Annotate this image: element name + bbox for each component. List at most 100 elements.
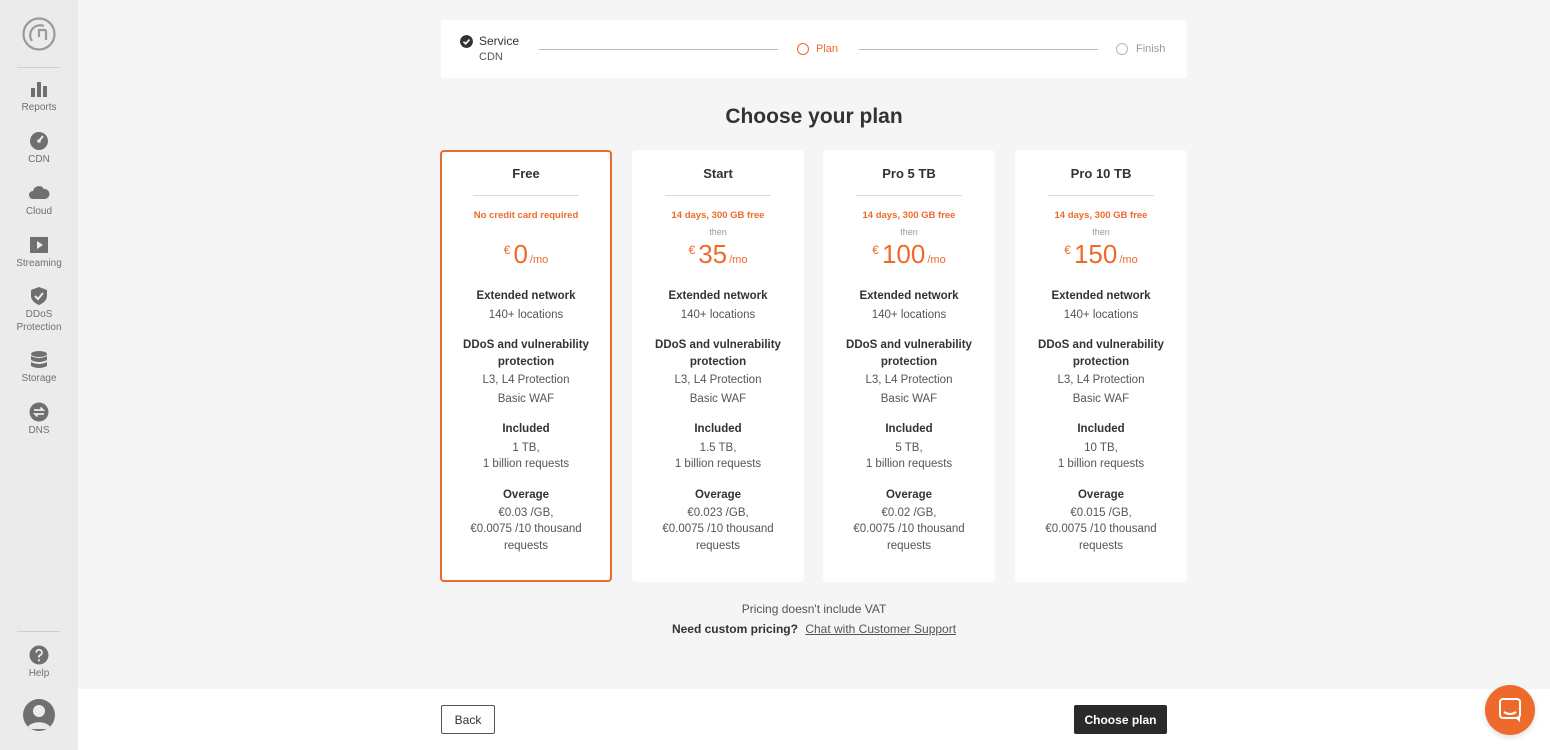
feature-heading: Included bbox=[502, 423, 550, 435]
sidebar-item-label: Streaming bbox=[16, 258, 62, 269]
user-icon bbox=[27, 705, 51, 729]
feature-heading: protection bbox=[880, 356, 938, 368]
avatar[interactable] bbox=[23, 699, 55, 731]
feature-text: 1 billion requests bbox=[674, 458, 762, 470]
price-period: /mo bbox=[729, 254, 748, 266]
feature-text: L3, L4 Protection bbox=[674, 374, 762, 386]
feature-text: 1 billion requests bbox=[1057, 458, 1145, 470]
feature-heading: protection bbox=[689, 356, 747, 368]
price-currency: € bbox=[503, 243, 511, 257]
plan-name: Free bbox=[512, 166, 540, 181]
plan-card-free[interactable]: Free No credit card required €0/mo Exten… bbox=[440, 150, 612, 582]
feature-text: Basic WAF bbox=[1072, 393, 1130, 405]
sidebar-item-streaming[interactable]: Streaming bbox=[0, 235, 78, 270]
plan-then: then bbox=[709, 227, 727, 237]
feature-text: 1 billion requests bbox=[865, 458, 953, 470]
sidebar-item-label: Help bbox=[28, 668, 50, 679]
plan-name: Pro 5 TB bbox=[882, 166, 936, 181]
speedometer-icon bbox=[30, 132, 48, 150]
feature-text: L3, L4 Protection bbox=[482, 374, 570, 386]
plan-promo: 14 days, 300 GB free bbox=[671, 210, 765, 221]
sidebar-item-storage[interactable]: Storage bbox=[0, 350, 78, 385]
sidebar: Reports CDN Cloud Streaming DDoS Protect… bbox=[0, 0, 78, 750]
feature-heading: Extended network bbox=[476, 290, 576, 302]
sidebar-item-label: Reports bbox=[21, 102, 57, 113]
chat-icon bbox=[1499, 698, 1521, 722]
chat-launcher-button[interactable] bbox=[1485, 685, 1535, 735]
back-button[interactable]: Back bbox=[441, 705, 495, 734]
step-plan-label: Plan bbox=[816, 43, 839, 55]
feature-text: requests bbox=[503, 540, 549, 552]
feature-heading: Included bbox=[885, 423, 933, 435]
price-period: /mo bbox=[529, 254, 549, 266]
sidebar-item-reports[interactable]: Reports bbox=[0, 79, 78, 114]
custom-pricing-question: Need custom pricing? bbox=[671, 622, 798, 636]
plan-promo: 14 days, 300 GB free bbox=[1054, 210, 1148, 221]
plan-card-pro-5tb[interactable]: Pro 5 TB 14 days, 300 GB free then €100/… bbox=[823, 150, 995, 582]
feature-text: €0.0075 /10 thousand bbox=[853, 523, 965, 535]
price-amount: 150 bbox=[1073, 239, 1118, 269]
feature-heading: Extended network bbox=[859, 290, 959, 302]
feature-text: Basic WAF bbox=[880, 393, 938, 405]
plan-divider bbox=[856, 195, 962, 196]
feature-text: L3, L4 Protection bbox=[1057, 374, 1145, 386]
price-currency: € bbox=[688, 243, 696, 257]
cloud-icon bbox=[29, 186, 50, 199]
sidebar-item-ddos-protection[interactable]: DDoS Protection bbox=[0, 286, 78, 334]
sidebar-item-label: Storage bbox=[21, 373, 57, 384]
logo-icon[interactable] bbox=[21, 16, 57, 52]
plan-price: €150/mo bbox=[1015, 239, 1187, 270]
step-connector bbox=[539, 49, 778, 50]
feature-text: requests bbox=[1078, 540, 1124, 552]
plan-divider bbox=[665, 195, 771, 196]
plan-price: €100/mo bbox=[823, 239, 995, 270]
help-icon bbox=[29, 645, 49, 665]
sidebar-item-label: Protection bbox=[16, 322, 62, 333]
feature-text: €0.0075 /10 thousand bbox=[1045, 523, 1157, 535]
feature-heading: Overage bbox=[885, 489, 933, 501]
sidebar-item-cloud[interactable]: Cloud bbox=[0, 183, 78, 218]
shield-check-icon bbox=[31, 287, 47, 305]
sidebar-divider bbox=[17, 631, 60, 632]
feature-heading: Extended network bbox=[668, 290, 768, 302]
plan-promo: No credit card required bbox=[473, 210, 579, 221]
sidebar-item-label: DNS bbox=[28, 425, 50, 436]
sidebar-item-help[interactable]: Help bbox=[0, 645, 78, 680]
feature-text: 1.5 TB, bbox=[699, 442, 737, 454]
feature-heading: DDoS and vulnerability bbox=[655, 339, 781, 351]
sidebar-item-cdn[interactable]: CDN bbox=[0, 131, 78, 166]
feature-text: 140+ locations bbox=[1063, 309, 1139, 321]
feature-heading: Overage bbox=[1077, 489, 1125, 501]
plan-promo: 14 days, 300 GB free bbox=[862, 210, 956, 221]
feature-heading: Overage bbox=[694, 489, 742, 501]
plan-card-start[interactable]: Start 14 days, 300 GB free then €35/mo E… bbox=[632, 150, 804, 582]
feature-heading: DDoS and vulnerability bbox=[1038, 339, 1164, 351]
step-finish-label: Finish bbox=[1136, 43, 1166, 55]
feature-heading: Included bbox=[1077, 423, 1125, 435]
plan-then: then bbox=[1092, 227, 1110, 237]
feature-text: Basic WAF bbox=[689, 393, 747, 405]
bar-chart-icon bbox=[31, 82, 47, 97]
feature-heading: Extended network bbox=[1051, 290, 1151, 302]
feature-text: requests bbox=[886, 540, 932, 552]
price-period: /mo bbox=[1119, 254, 1138, 266]
sidebar-divider bbox=[17, 67, 60, 68]
plan-divider bbox=[473, 195, 579, 196]
step-connector bbox=[859, 49, 1098, 50]
feature-text: €0.0075 /10 thousand bbox=[662, 523, 774, 535]
sidebar-item-dns[interactable]: DNS bbox=[0, 402, 78, 437]
feature-heading: Overage bbox=[502, 489, 550, 501]
feature-text: 1 TB, bbox=[512, 442, 540, 454]
plan-price: €0/mo bbox=[440, 239, 612, 270]
dns-icon bbox=[29, 402, 49, 422]
feature-text: 140+ locations bbox=[680, 309, 756, 321]
plan-name: Pro 10 TB bbox=[1070, 166, 1132, 181]
vat-note: Pricing doesn't include VAT bbox=[741, 602, 887, 616]
chat-support-link[interactable]: Chat with Customer Support bbox=[805, 622, 956, 636]
plan-card-pro-10tb[interactable]: Pro 10 TB 14 days, 300 GB free then €150… bbox=[1015, 150, 1187, 582]
choose-plan-button[interactable]: Choose plan bbox=[1074, 705, 1167, 734]
feature-text: L3, L4 Protection bbox=[865, 374, 953, 386]
feature-text: €0.03 /GB, bbox=[498, 507, 554, 519]
plan-price: €35/mo bbox=[632, 239, 804, 270]
feature-heading: Included bbox=[694, 423, 742, 435]
